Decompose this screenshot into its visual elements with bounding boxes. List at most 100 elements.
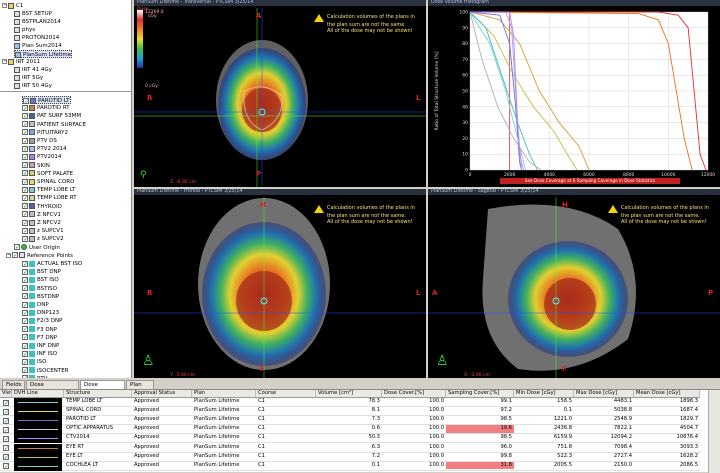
collapse-toggle-icon[interactable]: − bbox=[2, 59, 7, 64]
visibility-checkbox[interactable]: ✓ bbox=[22, 203, 28, 210]
reference-points-node[interactable]: − ✓ Reference Points bbox=[6, 252, 73, 260]
visibility-checkbox[interactable]: ✓ bbox=[12, 252, 18, 259]
plan-node[interactable]: phys bbox=[14, 26, 35, 34]
structure-item[interactable]: ✓ PITUITARY2 bbox=[22, 129, 68, 137]
column-header[interactable]: Volume [cm³] bbox=[316, 390, 382, 398]
visibility-checkbox[interactable]: ✓ bbox=[22, 178, 28, 185]
structure-item[interactable]: ✓ PAROTID LT bbox=[22, 96, 71, 104]
column-header[interactable]: Max Dose [cGy] bbox=[574, 390, 634, 398]
reference-point-item[interactable]: ✓ ISOCENTER bbox=[22, 367, 69, 375]
view-checkbox[interactable]: ✓ bbox=[3, 445, 9, 452]
visibility-checkbox[interactable]: ✓ bbox=[22, 145, 28, 152]
plan-node[interactable]: BSTPLAN2014 bbox=[14, 18, 61, 26]
visibility-checkbox[interactable]: ✓ bbox=[22, 301, 28, 308]
visibility-checkbox[interactable]: ✓ bbox=[22, 219, 28, 226]
structure-item[interactable]: ✓ THYROID bbox=[22, 203, 62, 211]
reference-point-item[interactable]: ✓ BSTISO bbox=[22, 285, 57, 293]
structure-item[interactable]: ✓ PTV DS bbox=[22, 137, 57, 145]
column-header[interactable]: Structure bbox=[64, 390, 132, 398]
tab-dose-statistics[interactable]: Dose Statistics bbox=[80, 380, 125, 397]
visibility-checkbox[interactable]: ✓ bbox=[22, 137, 28, 144]
structure-item[interactable]: ✓ TEMP LOBE RT bbox=[22, 194, 77, 202]
visibility-checkbox[interactable]: ✓ bbox=[22, 121, 28, 128]
visibility-checkbox[interactable]: ✓ bbox=[22, 227, 28, 234]
visibility-checkbox[interactable]: ✓ bbox=[22, 194, 28, 201]
view-checkbox[interactable]: ✓ bbox=[3, 426, 9, 433]
visibility-checkbox[interactable]: ✓ bbox=[22, 112, 28, 119]
visibility-checkbox[interactable]: ✓ bbox=[22, 317, 28, 324]
reference-point-item[interactable]: ✓ BST DNP bbox=[22, 268, 61, 276]
sagittal-viewport[interactable]: PlanSum Lifetime - Sagittal - PTCSIM 3/2… bbox=[428, 189, 720, 378]
plan-node[interactable]: IRT 5Gy bbox=[14, 74, 43, 82]
structure-item[interactable]: ✓ PAROTID RT bbox=[22, 104, 70, 112]
structure-item[interactable]: ✓ TEMP LOBE LT bbox=[22, 186, 76, 194]
frontal-viewport[interactable]: PlanSum Lifetime - Frontal - PTCSIM 3/25… bbox=[134, 189, 426, 378]
visibility-checkbox[interactable]: ✓ bbox=[22, 285, 28, 292]
view-checkbox[interactable]: ✓ bbox=[3, 435, 9, 442]
plan-node[interactable]: IRT 41 4Gy bbox=[14, 66, 52, 74]
plan-node[interactable]: BST SETUP bbox=[14, 10, 52, 18]
transverse-viewport[interactable]: PlanSum Lifetime - Transversal - PTCSIM … bbox=[134, 0, 426, 187]
user-origin-item[interactable]: ✓ User Origin bbox=[14, 244, 60, 252]
dvh-chart-panel[interactable]: Dose Volume Histogram 0 10 20 30 40 50 60 70 80 9… bbox=[428, 0, 720, 187]
visibility-checkbox[interactable]: ✓ bbox=[22, 268, 28, 275]
structure-item[interactable]: ✓ PTV2014 bbox=[22, 153, 61, 161]
plan-node[interactable]: PlanSum Lifetime bbox=[14, 50, 73, 58]
visibility-checkbox[interactable]: ✓ bbox=[22, 342, 28, 349]
column-header[interactable]: Sampling Cover.[%] bbox=[446, 390, 514, 398]
course-node[interactable]: − IRT 2011 bbox=[2, 58, 40, 66]
tab-dose-prescription[interactable]: Dose Prescription bbox=[26, 380, 79, 397]
visibility-checkbox[interactable]: ✓ bbox=[22, 326, 28, 333]
view-checkbox[interactable]: ✓ bbox=[3, 399, 9, 406]
visibility-checkbox[interactable]: ✓ bbox=[23, 97, 29, 104]
view-checkbox[interactable]: ✓ bbox=[3, 454, 9, 461]
visibility-checkbox[interactable]: ✓ bbox=[22, 260, 28, 267]
reference-point-item[interactable]: ✓ F3 DNP bbox=[22, 326, 57, 334]
visibility-checkbox[interactable]: ✓ bbox=[14, 244, 20, 251]
structure-item[interactable]: ✓ PTV2 2014 bbox=[22, 145, 67, 153]
visibility-checkbox[interactable]: ✓ bbox=[22, 375, 28, 378]
reference-point-item[interactable]: ✓ BSTDNP bbox=[22, 293, 59, 301]
course-node[interactable]: − C1 bbox=[2, 2, 23, 10]
table-scrollbar[interactable] bbox=[708, 390, 720, 473]
column-header[interactable]: Approval Status bbox=[132, 390, 192, 398]
visibility-checkbox[interactable]: ✓ bbox=[22, 367, 28, 374]
reference-point-item[interactable]: ✓ INF DNP bbox=[22, 342, 59, 350]
structure-item[interactable]: ✓ SPINAL CORD bbox=[22, 178, 74, 186]
view-checkbox[interactable]: ✓ bbox=[3, 417, 9, 424]
visibility-checkbox[interactable]: ✓ bbox=[22, 104, 28, 111]
plan-node[interactable]: IRT 50 4Gy bbox=[14, 82, 52, 90]
reference-point-item[interactable]: ✓ F2/3 DNP bbox=[22, 317, 62, 325]
reference-point-item[interactable]: ✓ DNP bbox=[22, 301, 49, 309]
structure-item[interactable]: ✓ SOFT PALATE bbox=[22, 170, 73, 178]
view-checkbox[interactable]: ✓ bbox=[3, 408, 9, 415]
reference-point-item[interactable]: ✓ INF ISO bbox=[22, 350, 57, 358]
column-header[interactable]: View bbox=[0, 390, 12, 398]
structure-item[interactable]: ✓ z SUPCV2 bbox=[22, 235, 64, 243]
visibility-checkbox[interactable]: ✓ bbox=[22, 153, 28, 160]
column-header[interactable]: Plan bbox=[192, 390, 256, 398]
structure-item[interactable]: ✓ PATIENT SURFACE bbox=[22, 121, 86, 129]
reference-point-item[interactable]: ✓ ACTUAL BST ISO bbox=[22, 260, 82, 268]
collapse-toggle-icon[interactable]: − bbox=[6, 252, 11, 258]
column-header[interactable]: Mean Dose [cGy] bbox=[634, 390, 700, 398]
plan-node[interactable]: PROTON2014 bbox=[14, 34, 59, 42]
visibility-checkbox[interactable]: ✓ bbox=[22, 129, 28, 136]
tab-plan-sum[interactable]: Plan Sum bbox=[126, 380, 154, 397]
visibility-checkbox[interactable]: ✓ bbox=[22, 162, 28, 169]
reference-point-item[interactable]: ✓ PTV bbox=[22, 375, 47, 378]
visibility-checkbox[interactable]: ✓ bbox=[22, 276, 28, 283]
reference-point-item[interactable]: ✓ ISO bbox=[22, 358, 46, 366]
structure-item[interactable]: ✓ Z NFCV2 bbox=[22, 219, 61, 227]
visibility-checkbox[interactable]: ✓ bbox=[22, 358, 28, 365]
reference-point-item[interactable]: ✓ BST ISO bbox=[22, 276, 59, 284]
visibility-checkbox[interactable]: ✓ bbox=[22, 235, 28, 242]
column-header[interactable]: DVH Line bbox=[12, 390, 64, 398]
structure-item[interactable]: ✓ PAT SURF 53MM bbox=[22, 112, 81, 120]
collapse-toggle-icon[interactable]: − bbox=[2, 3, 7, 8]
column-header[interactable]: Min Dose [cGy] bbox=[514, 390, 574, 398]
visibility-checkbox[interactable]: ✓ bbox=[22, 350, 28, 357]
visibility-checkbox[interactable]: ✓ bbox=[22, 334, 28, 341]
plan-node[interactable]: Plan Sum2014 bbox=[14, 42, 62, 50]
visibility-checkbox[interactable]: ✓ bbox=[22, 309, 28, 316]
